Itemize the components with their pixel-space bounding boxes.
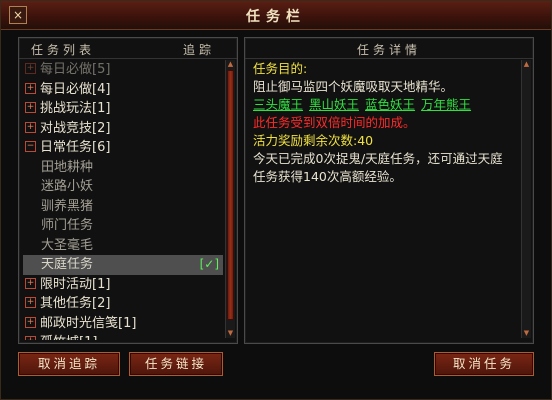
- target-link[interactable]: 蓝色妖王: [365, 97, 415, 112]
- collapse-icon[interactable]: −: [25, 141, 36, 153]
- window-title: 任务栏: [246, 9, 306, 25]
- task-detail-scrollbar[interactable]: ▲ ▼: [521, 60, 531, 338]
- task-list-title: 任务列表: [31, 43, 96, 57]
- task-group[interactable]: − 日常任务[6]: [23, 138, 223, 158]
- task-list-header: 任务列表 追踪: [19, 38, 237, 59]
- task-group[interactable]: + 每日必做[4]: [23, 80, 223, 100]
- target-link[interactable]: 黑山妖王: [309, 97, 359, 112]
- scroll-down-icon[interactable]: ▼: [522, 329, 531, 338]
- expand-icon[interactable]: +: [25, 277, 36, 289]
- expand-icon[interactable]: +: [25, 336, 36, 340]
- task-item-label: 迷路小妖: [41, 179, 94, 194]
- task-group[interactable]: + 每日必做[5]: [23, 60, 223, 80]
- task-detail-content: 任务目的: 阻止御马监四个妖魔吸取天地精华。 三头魔王 黑山妖王 蓝色妖王 万年熊王 …: [253, 60, 515, 340]
- cancel-task-button[interactable]: 取消任务: [434, 352, 534, 376]
- expand-icon[interactable]: +: [25, 297, 36, 309]
- scroll-up-icon[interactable]: ▲: [522, 60, 531, 69]
- goal-label: 任务目的:: [253, 61, 308, 76]
- task-detail-title: 任务详情: [356, 43, 421, 57]
- task-item-label: 限时活动[1]: [40, 276, 111, 292]
- task-item-label: 每日必做[4]: [40, 81, 111, 97]
- track-checkbox[interactable]: [✓]: [200, 257, 219, 271]
- scroll-down-icon[interactable]: ▼: [226, 329, 235, 338]
- expand-icon[interactable]: +: [25, 63, 36, 75]
- task-detail-header: 任务详情: [245, 38, 533, 59]
- task-item[interactable]: 迷路小妖: [23, 177, 223, 197]
- task-detail-panel: 任务详情 任务目的: 阻止御马监四个妖魔吸取天地精华。 三头魔王 黑山妖王 蓝色妖王…: [244, 37, 534, 344]
- expand-icon[interactable]: +: [25, 121, 36, 133]
- task-item-label: 大圣毫毛: [41, 237, 94, 253]
- target-link[interactable]: 三头魔王: [253, 97, 303, 112]
- track-column-title: 追踪: [182, 43, 215, 57]
- target-links: 三头魔王 黑山妖王 蓝色妖王 万年熊王: [253, 96, 515, 114]
- progress-text: 今天已完成0次捉鬼/天庭任务，还可通过天庭任务获得140次高额经验。: [253, 151, 503, 184]
- double-time-note: 此任务受到双倍时间的加成。: [253, 115, 416, 130]
- task-item[interactable]: 大圣毫毛: [23, 236, 223, 256]
- expand-icon[interactable]: +: [25, 82, 36, 94]
- expand-icon[interactable]: +: [25, 316, 36, 328]
- task-item-label: 每日必做[5]: [40, 62, 111, 77]
- task-item-label: 其他任务[2]: [40, 296, 111, 311]
- task-item-label: 天庭任务: [41, 257, 94, 272]
- task-item[interactable]: 驯养黑猪: [23, 197, 223, 217]
- task-item-label: 师门任务: [41, 218, 94, 233]
- task-group[interactable]: + 对战竞技[2]: [23, 119, 223, 139]
- task-link-button[interactable]: 任务链接: [129, 352, 223, 376]
- bonus-count: 活力奖励剩余次数:40: [253, 133, 374, 148]
- task-item-label: 挑战玩法[1]: [40, 101, 111, 116]
- task-list-panel: 任务列表 追踪 + 每日必做[5] + 每日必做[4] + 挑战玩法[1] + 对战竞技[2]…: [18, 37, 238, 344]
- task-item[interactable]: 师门任务: [23, 216, 223, 236]
- task-item-label: 驯养黑猪: [41, 198, 94, 214]
- task-group[interactable]: + 孤竹城[1]: [23, 333, 223, 340]
- task-group[interactable]: + 邮政时光信笺[1]: [23, 314, 223, 334]
- expand-icon[interactable]: +: [25, 102, 36, 114]
- task-item-label: 日常任务[6]: [40, 140, 111, 155]
- task-item[interactable]: 天庭任务 [✓]: [23, 255, 223, 275]
- target-link[interactable]: 万年熊王: [421, 97, 471, 112]
- goal-text: 阻止御马监四个妖魔吸取天地精华。: [253, 79, 454, 94]
- task-item-label: 对战竞技[2]: [40, 120, 111, 136]
- task-group[interactable]: + 挑战玩法[1]: [23, 99, 223, 119]
- task-item-label: 孤竹城[1]: [40, 335, 97, 340]
- task-list-scrollbar[interactable]: ▲ ▼: [225, 60, 235, 338]
- scroll-thumb[interactable]: [227, 70, 234, 320]
- scroll-up-icon[interactable]: ▲: [226, 60, 235, 69]
- task-group[interactable]: + 其他任务[2]: [23, 294, 223, 314]
- task-item-label: 邮政时光信笺[1]: [40, 315, 137, 331]
- cancel-track-button[interactable]: 取消追踪: [18, 352, 120, 376]
- task-window: × 任务栏 任务列表 追踪 + 每日必做[5] + 每日必做[4] + 挑战玩法[1] + 对…: [0, 0, 552, 400]
- task-list[interactable]: + 每日必做[5] + 每日必做[4] + 挑战玩法[1] + 对战竞技[2] − 日常任务[6]…: [23, 60, 223, 340]
- task-item[interactable]: 田地耕种: [23, 158, 223, 178]
- task-item-label: 田地耕种: [41, 159, 94, 175]
- title-bar[interactable]: × 任务栏: [1, 1, 551, 30]
- task-group[interactable]: + 限时活动[1]: [23, 275, 223, 295]
